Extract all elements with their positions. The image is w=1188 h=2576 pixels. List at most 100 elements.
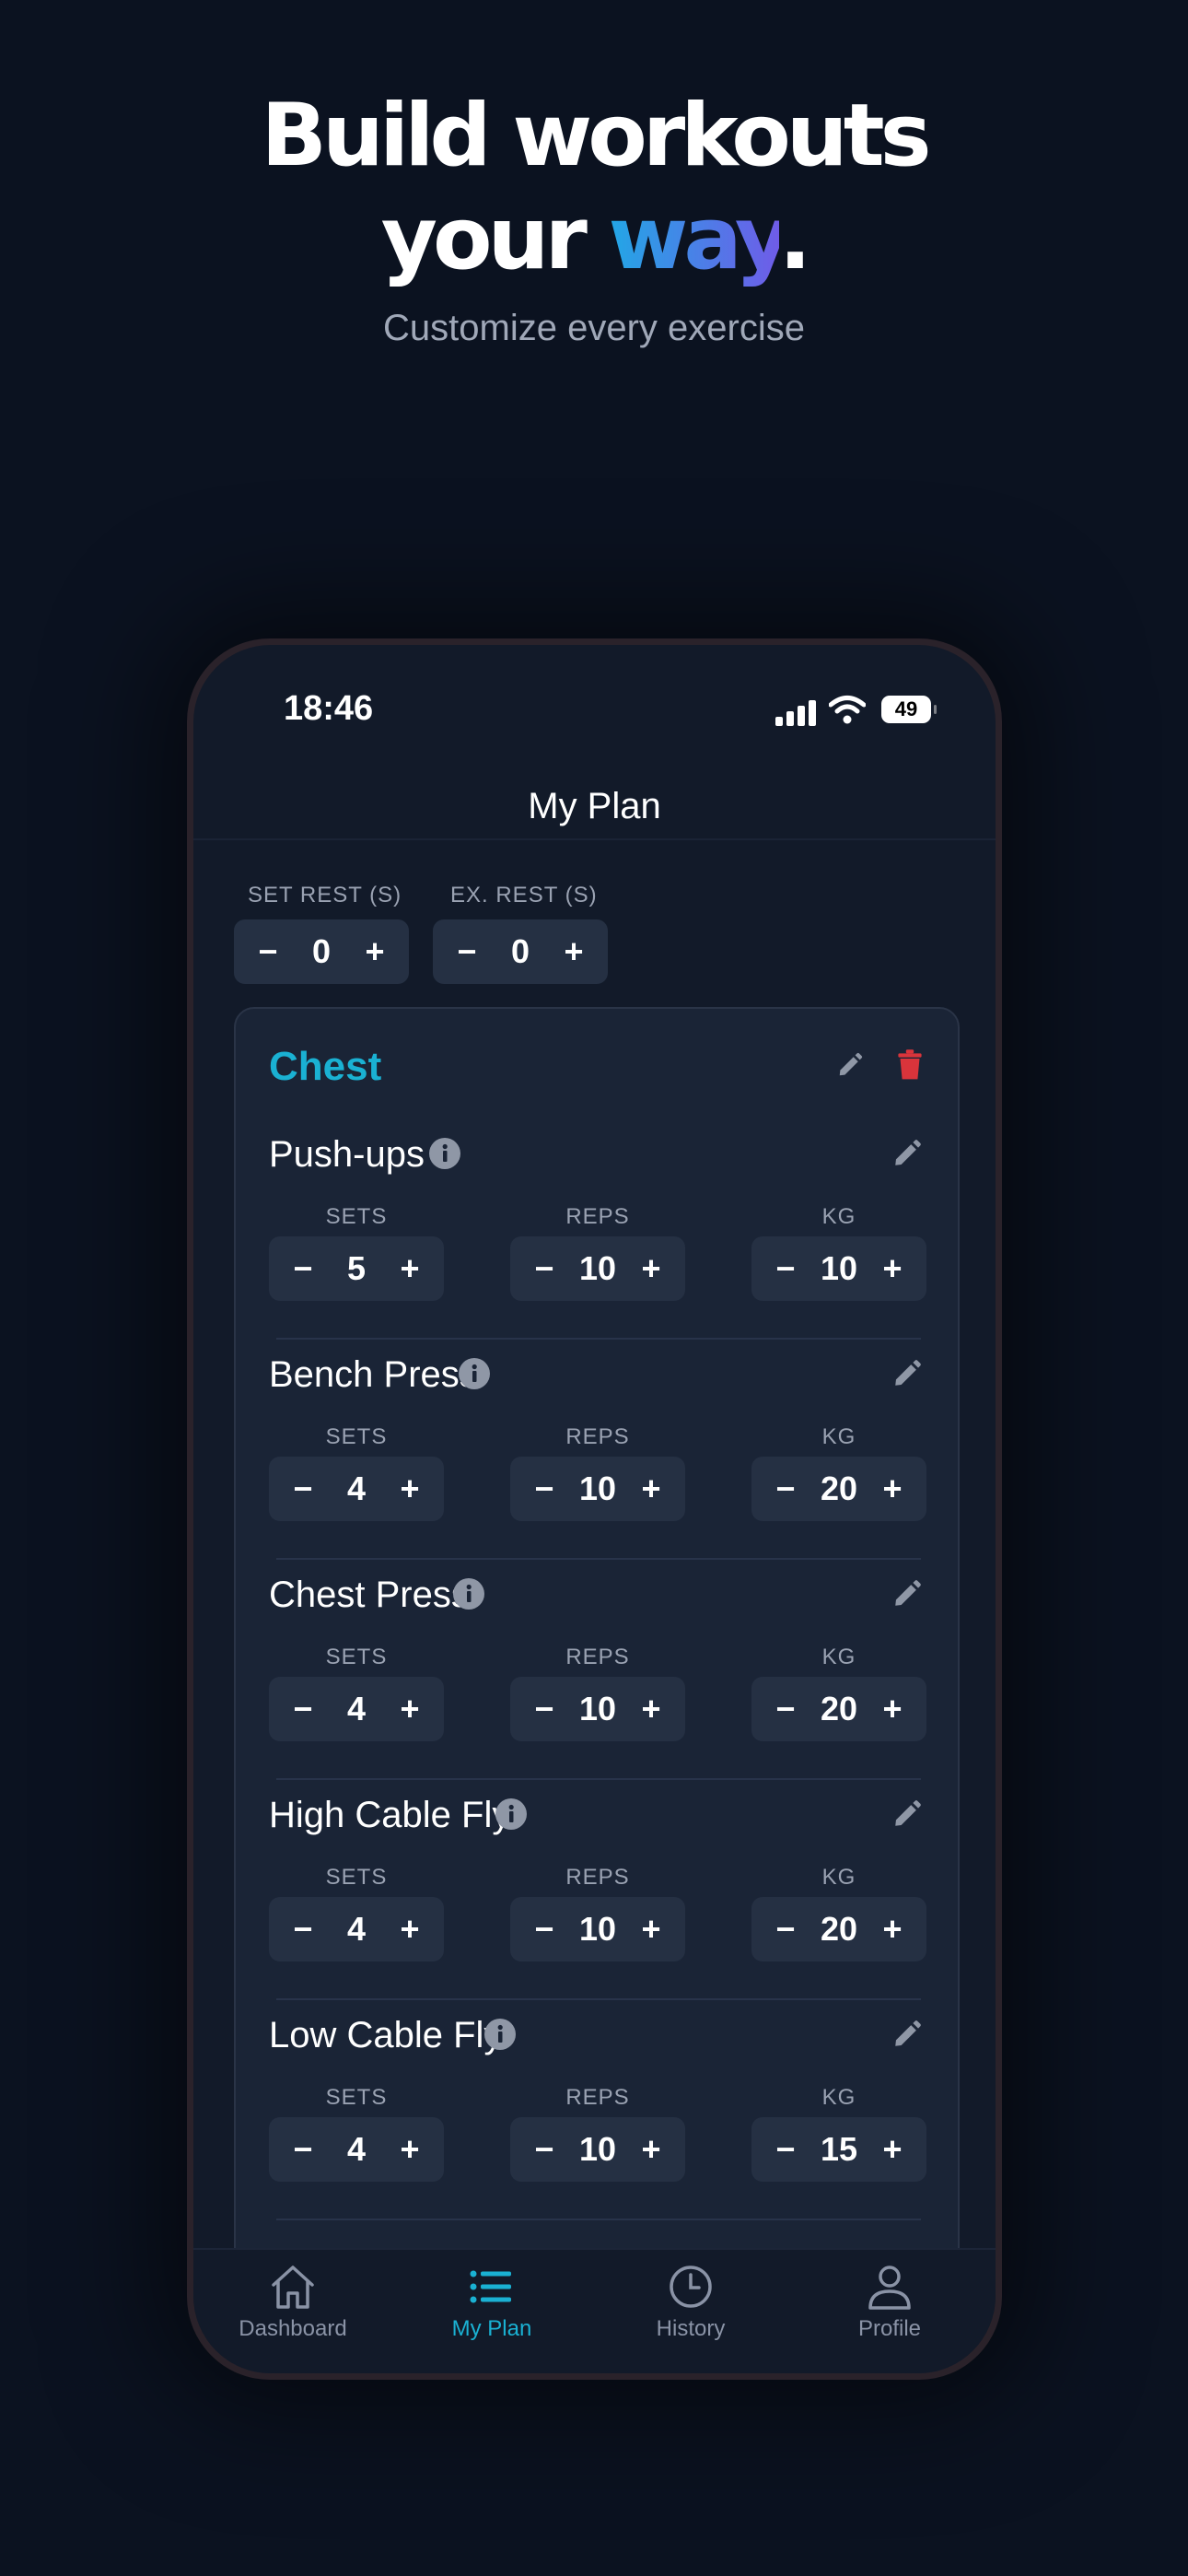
set-rest-label: SET REST (S)	[248, 883, 402, 907]
sets-label: SETS	[325, 1865, 388, 1890]
sets-increment-button[interactable]: +	[396, 2130, 424, 2169]
reps-decrement-button[interactable]: −	[530, 2130, 558, 2169]
kg-decrement-button[interactable]: −	[772, 1469, 799, 1508]
sets-increment-button[interactable]: +	[396, 1469, 424, 1508]
kg-increment-button[interactable]: +	[879, 1690, 906, 1728]
set-rest-decrement-button[interactable]: −	[254, 932, 282, 971]
set-rest-stepper: − 0 +	[234, 919, 409, 984]
sets-value: 5	[346, 1249, 367, 1287]
kg-increment-button[interactable]: +	[879, 1910, 906, 1949]
set-rest-increment-button[interactable]: +	[361, 932, 389, 971]
info-icon[interactable]	[453, 1578, 484, 1610]
exercise-rest-increment-button[interactable]: +	[560, 932, 588, 971]
kg-increment-button[interactable]: +	[879, 2130, 906, 2169]
reps-increment-button[interactable]: +	[637, 1469, 665, 1508]
reps-stepper: −10 +	[510, 1236, 685, 1301]
sets-decrement-button[interactable]: −	[289, 2130, 317, 2169]
exercise-rest-decrement-button[interactable]: −	[453, 932, 481, 971]
kg-label: KG	[821, 1424, 856, 1449]
exercise-divider	[276, 2219, 921, 2220]
kg-stepper: −20 +	[751, 1457, 926, 1521]
reps-decrement-button[interactable]: −	[530, 1249, 558, 1288]
reps-label: REPS	[565, 1645, 630, 1669]
reps-decrement-button[interactable]: −	[530, 1910, 558, 1949]
sets-stepper: −4 +	[269, 1897, 444, 1961]
edit-exercise-icon[interactable]	[891, 1798, 923, 1830]
sets-increment-button[interactable]: +	[396, 1690, 424, 1728]
exercise-name: High Cable Fly	[269, 1795, 511, 1835]
kg-value: 20	[820, 1690, 858, 1727]
reps-increment-button[interactable]: +	[637, 1910, 665, 1949]
reps-increment-button[interactable]: +	[637, 2130, 665, 2169]
kg-increment-button[interactable]: +	[879, 1249, 906, 1288]
sets-decrement-button[interactable]: −	[289, 1910, 317, 1949]
status-time: 18:46	[284, 689, 374, 728]
cellular-signal-icon	[775, 698, 816, 726]
person-icon	[868, 2266, 911, 2310]
exercise-name: Bench Press	[269, 1354, 478, 1395]
delete-group-icon[interactable]	[897, 1049, 923, 1081]
sets-value: 4	[346, 1469, 367, 1507]
sets-label: SETS	[325, 1645, 388, 1669]
kg-decrement-button[interactable]: −	[772, 2130, 799, 2169]
kg-stepper: −20 +	[751, 1897, 926, 1961]
sets-stepper: −4 +	[269, 1677, 444, 1741]
tab-dashboard[interactable]: Dashboard	[210, 2263, 376, 2364]
info-icon[interactable]	[429, 1138, 460, 1169]
reps-value: 10	[578, 1690, 617, 1727]
tab-profile[interactable]: Profile	[807, 2263, 973, 2364]
reps-label: REPS	[565, 2085, 630, 2110]
list-icon	[470, 2270, 511, 2303]
wifi-icon	[829, 696, 866, 724]
tab-history[interactable]: History	[608, 2263, 774, 2364]
edit-exercise-icon[interactable]	[891, 1138, 923, 1169]
sets-decrement-button[interactable]: −	[289, 1249, 317, 1288]
kg-decrement-button[interactable]: −	[772, 1910, 799, 1949]
sets-decrement-button[interactable]: −	[289, 1469, 317, 1508]
kg-label: KG	[821, 1645, 856, 1669]
tab-bar: Dashboard My Plan History Profile	[193, 2248, 996, 2373]
headline-line-2: your way.	[380, 189, 812, 289]
reps-value: 10	[578, 2130, 617, 2168]
reps-stepper: −10 +	[510, 2117, 685, 2182]
headline-line-1: Build workouts	[261, 86, 931, 186]
tab-my-plan[interactable]: My Plan	[409, 2263, 575, 2364]
exercise-row: Bench Press SETS −4 + REPS −10 + KG −20 +	[236, 1340, 961, 1560]
edit-group-icon[interactable]	[836, 1051, 864, 1079]
exercise-rest-stepper: − 0 +	[433, 919, 608, 984]
phone-screen: 18:46 49 My Plan SET REST (S) − 0 + EX. …	[193, 645, 996, 2373]
headline: Build workouts your way.	[0, 85, 1188, 291]
sets-label: SETS	[325, 2085, 388, 2110]
kg-increment-button[interactable]: +	[879, 1469, 906, 1508]
status-bar: 18:46 49	[193, 645, 996, 774]
battery-icon: 49	[881, 696, 937, 723]
exercise-row: Push-ups SETS −5 + REPS −10 + KG −10 +	[236, 1119, 961, 1340]
sets-decrement-button[interactable]: −	[289, 1690, 317, 1728]
sets-increment-button[interactable]: +	[396, 1910, 424, 1949]
exercise-name: Low Cable Fly	[269, 2015, 503, 2055]
page-title: My Plan	[528, 786, 661, 826]
edit-exercise-icon[interactable]	[891, 2019, 923, 2050]
info-icon[interactable]	[495, 1798, 527, 1830]
reps-decrement-button[interactable]: −	[530, 1469, 558, 1508]
kg-decrement-button[interactable]: −	[772, 1249, 799, 1288]
kg-value: 15	[820, 2130, 858, 2168]
sets-stepper: −4 +	[269, 1457, 444, 1521]
kg-decrement-button[interactable]: −	[772, 1690, 799, 1728]
kg-stepper: −20 +	[751, 1677, 926, 1741]
edit-exercise-icon[interactable]	[891, 1358, 923, 1389]
reps-decrement-button[interactable]: −	[530, 1690, 558, 1728]
reps-increment-button[interactable]: +	[637, 1249, 665, 1288]
info-icon[interactable]	[459, 1358, 490, 1389]
reps-stepper: −10 +	[510, 1457, 685, 1521]
reps-increment-button[interactable]: +	[637, 1690, 665, 1728]
exercise-row: Chest Press SETS −4 + REPS −10 + KG −20 +	[236, 1560, 961, 1780]
kg-stepper: −15 +	[751, 2117, 926, 2182]
sets-increment-button[interactable]: +	[396, 1249, 424, 1288]
kg-value: 20	[820, 1469, 858, 1507]
info-icon[interactable]	[484, 2019, 516, 2050]
kg-value: 10	[820, 1249, 858, 1287]
muscle-group-card: Chest Push-ups SETS −5 + REPS −10 + KG −10 + Bench…	[234, 1007, 960, 2373]
exercise-row: Low Cable Fly SETS −4 + REPS −10 + KG −15 +	[236, 2000, 961, 2220]
edit-exercise-icon[interactable]	[891, 1578, 923, 1610]
